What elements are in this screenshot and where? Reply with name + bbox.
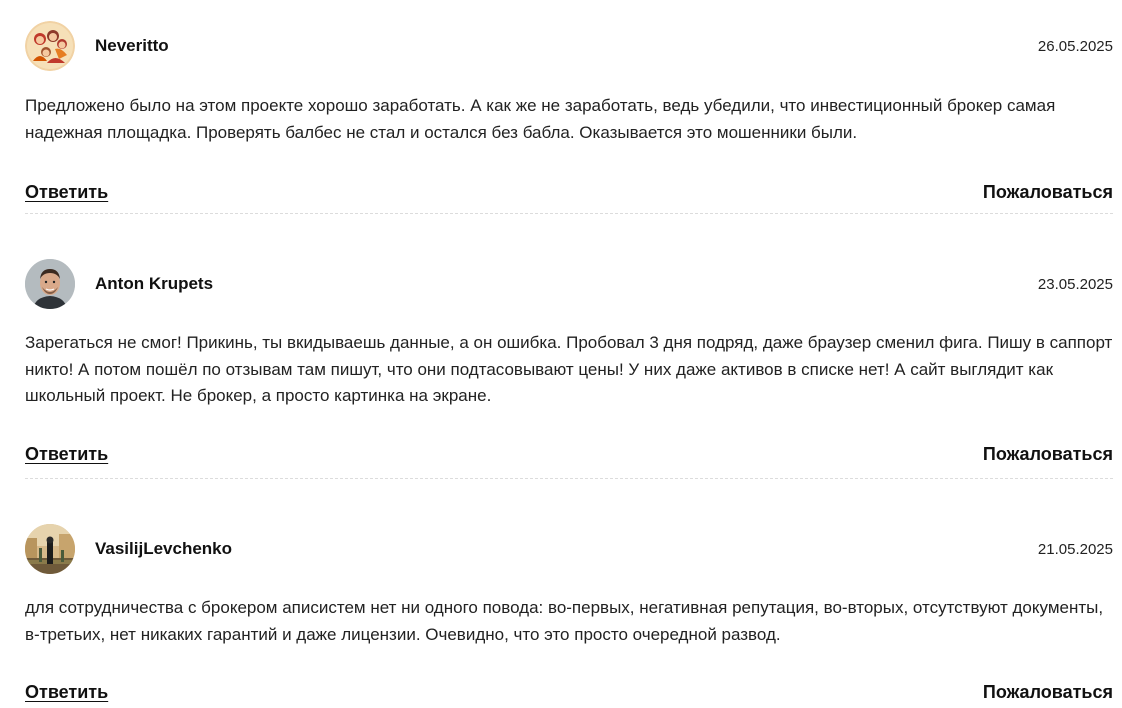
comment-actions: Ответить Пожаловаться bbox=[25, 182, 1113, 203]
comment-author: Anton Krupets bbox=[25, 259, 213, 309]
comment-text: Зарегаться не смог! Прикинь, ты вкидывае… bbox=[25, 333, 1113, 405]
comment-author: VasilijLevchenko bbox=[25, 524, 232, 574]
comment-header: Neveritto 26.05.2025 bbox=[25, 0, 1113, 71]
comment-item: Neveritto 26.05.2025 Предложено было на … bbox=[25, 0, 1113, 214]
comment-header: Anton Krupets 23.05.2025 bbox=[25, 214, 1113, 309]
user-avatar[interactable] bbox=[25, 524, 75, 574]
comment-actions: Ответить Пожаловаться bbox=[25, 682, 1113, 703]
reply-link[interactable]: Ответить bbox=[25, 182, 108, 203]
comment-text: для сотрудничества с брокером аписистем … bbox=[25, 598, 1104, 644]
comment-header: VasilijLevchenko 21.05.2025 bbox=[25, 479, 1113, 574]
comment-date: 26.05.2025 bbox=[1037, 37, 1113, 55]
complain-link[interactable]: Пожаловаться bbox=[983, 182, 1113, 203]
user-avatar[interactable] bbox=[25, 259, 75, 309]
comment-author: Neveritto bbox=[25, 21, 169, 71]
author-name: Neveritto bbox=[95, 36, 169, 55]
comments-list: Neveritto 26.05.2025 Предложено было на … bbox=[0, 0, 1122, 708]
author-name: Anton Krupets bbox=[95, 274, 214, 293]
author-name: VasilijLevchenko bbox=[95, 539, 233, 558]
reply-link[interactable]: Ответить bbox=[25, 444, 108, 465]
comment-item: VasilijLevchenko 21.05.2025 для сотрудни… bbox=[25, 479, 1113, 708]
user-avatar[interactable] bbox=[25, 21, 75, 71]
comment-date: 23.05.2025 bbox=[1037, 275, 1113, 293]
comment-actions: Ответить Пожаловаться bbox=[25, 444, 1113, 465]
complain-link[interactable]: Пожаловаться bbox=[983, 682, 1113, 703]
comment-item: Anton Krupets 23.05.2025 Зарегаться не с… bbox=[25, 214, 1113, 479]
comment-date: 21.05.2025 bbox=[1037, 540, 1113, 558]
complain-link[interactable]: Пожаловаться bbox=[983, 444, 1113, 465]
comment-text: Предложено было на этом проекте хорошо з… bbox=[25, 96, 1056, 142]
reply-link[interactable]: Ответить bbox=[25, 682, 108, 703]
